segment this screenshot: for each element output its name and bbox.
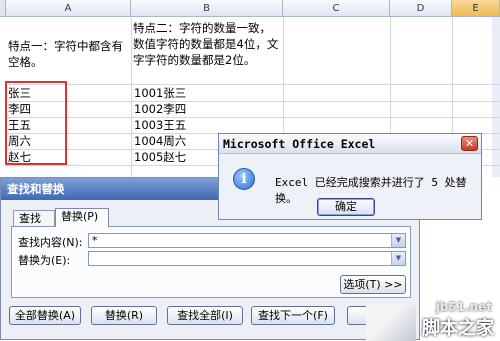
gridline (6, 117, 500, 118)
gridline (6, 101, 500, 102)
find-input-value: * (92, 234, 98, 247)
cell-code-2[interactable]: 1002李四 (134, 101, 186, 117)
cell-code-3[interactable]: 1003王五 (134, 117, 186, 133)
gridline (131, 17, 132, 177)
column-header-e[interactable]: E (452, 0, 500, 17)
ok-button[interactable]: 确定 (317, 198, 375, 216)
info-icon: i (233, 168, 255, 190)
excel-message-box: Microsoft Office Excel ✕ i Excel 已经完成搜索并… (218, 133, 482, 220)
find-next-button[interactable]: 查找下一个(F) (251, 306, 335, 325)
tab-find[interactable]: 查找(D) (13, 210, 55, 240)
message-box-title: Microsoft Office Excel (219, 134, 481, 154)
find-input[interactable]: * ▼ (88, 233, 406, 248)
selected-column-e (492, 17, 500, 177)
chevron-down-icon[interactable]: ▼ (391, 252, 405, 265)
cell-code-4[interactable]: 1004周六 (134, 133, 186, 149)
replace-all-button[interactable]: 全部替换(A) (9, 306, 81, 325)
replace-button[interactable]: 替换(R) (91, 306, 157, 325)
cell-a2[interactable]: 特点一：字符中都含有空格。 (8, 38, 130, 70)
highlight-box (5, 81, 67, 165)
find-all-button[interactable]: 查找全部(I) (167, 306, 243, 325)
watermark-url: jb51.net (435, 300, 492, 314)
tab-replace[interactable]: 替换(P) (55, 208, 109, 227)
close-icon[interactable]: ✕ (461, 136, 478, 151)
column-header-a[interactable]: A (6, 0, 131, 17)
replace-label: 替换为(E): (18, 254, 71, 267)
cell-b2[interactable]: 特点二：字符的数量一致，数值字符的数量都是4位，文字字符的数量都是2位。 (133, 20, 281, 68)
options-button[interactable]: 选项(T) >> (340, 275, 406, 294)
cell-code-5[interactable]: 1005赵七 (134, 149, 186, 165)
column-header-b[interactable]: B (131, 0, 283, 17)
replace-input[interactable]: ▼ (88, 251, 406, 266)
gridline (6, 84, 500, 85)
cell-code-1[interactable]: 1001张三 (134, 85, 186, 101)
column-header-c[interactable]: C (283, 0, 390, 17)
watermark-logo-text: 脚本之家 (422, 318, 494, 339)
page-curl (366, 305, 416, 341)
replace-panel: 查找内容(N): * ▼ 替换为(E): ▼ 选项(T) >> (11, 226, 411, 298)
find-label: 查找内容(N): (18, 236, 83, 249)
column-header-d[interactable]: D (390, 0, 452, 17)
message-text: Excel 已经完成搜索并进行了 5 处替换。 (275, 176, 467, 205)
chevron-down-icon[interactable]: ▼ (391, 234, 405, 247)
